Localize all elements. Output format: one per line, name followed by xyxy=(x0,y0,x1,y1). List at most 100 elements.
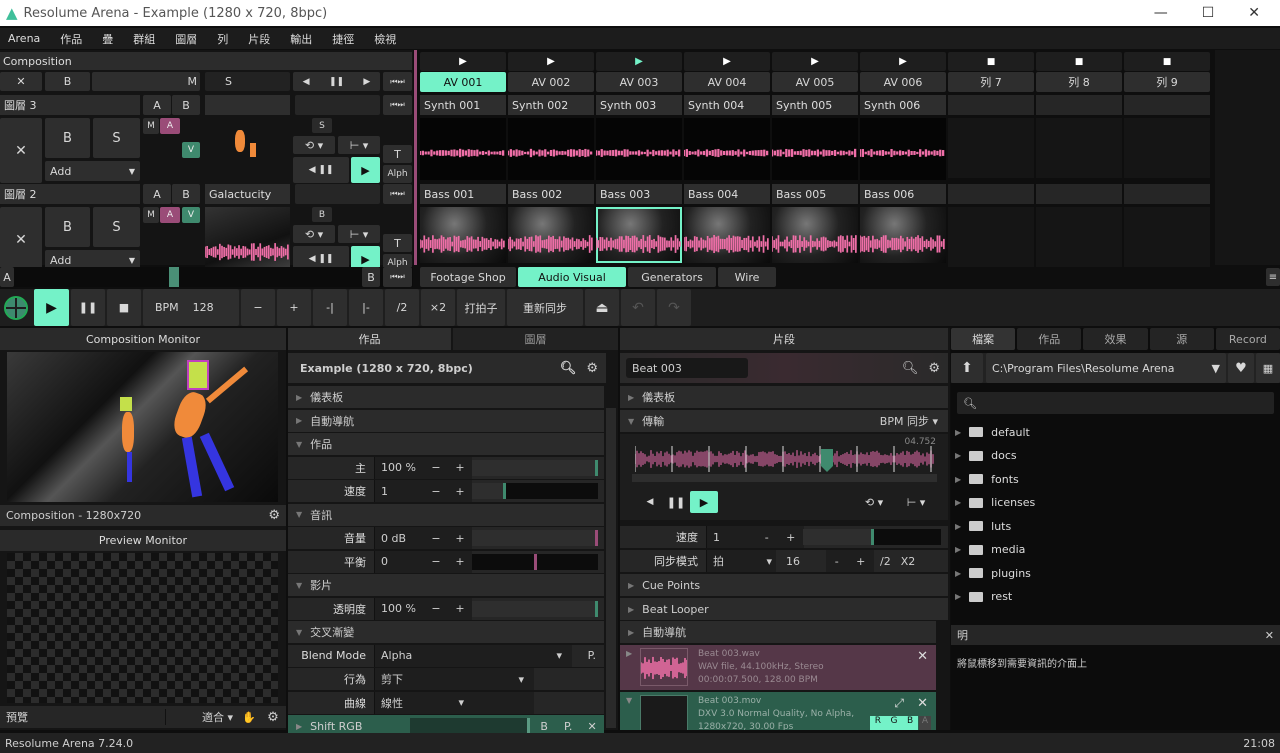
section-autopilot[interactable]: ▶ 自動導航 xyxy=(620,621,936,643)
effect-b-button[interactable]: B xyxy=(534,720,554,733)
folder-item[interactable]: ▶ media xyxy=(955,540,1025,560)
stepper[interactable]: − + xyxy=(424,480,472,502)
bpm-plus-button[interactable]: + xyxy=(277,289,311,326)
property-value[interactable]: 1 xyxy=(374,480,424,502)
clip-name[interactable]: Synth 004 xyxy=(684,95,770,115)
column-play-icon[interactable]: ▶ xyxy=(860,52,946,71)
slider-handle[interactable] xyxy=(595,600,598,617)
layer-name[interactable]: 圖層 3 xyxy=(0,95,140,115)
gear-icon[interactable]: ⚙ xyxy=(576,361,606,376)
beats-double-button[interactable]: X2 xyxy=(891,555,916,568)
folder-item[interactable]: ▶ docs xyxy=(955,446,1017,466)
column-stop-icon[interactable]: ■ xyxy=(948,52,1034,71)
expand-icon[interactable]: ▶ xyxy=(296,416,302,425)
empty-clip-slot[interactable] xyxy=(948,207,1034,267)
plus-button[interactable]: + xyxy=(455,602,464,615)
skip-buttons[interactable]: ⏮⏭ xyxy=(383,95,412,115)
gear-icon[interactable]: ⚙ xyxy=(268,508,286,523)
clip-name[interactable]: Synth 001 xyxy=(420,95,506,115)
minus-button[interactable]: − xyxy=(431,602,440,615)
bpm-field[interactable]: BPM 128 xyxy=(143,289,239,326)
skip-buttons[interactable]: ⏮⏭ xyxy=(383,184,412,204)
column-play-icon[interactable]: ▶ xyxy=(508,52,594,71)
stepper[interactable]: − + xyxy=(424,597,472,620)
clip-thumbnail[interactable] xyxy=(420,207,506,263)
next-icon[interactable]: ▶ xyxy=(363,77,370,87)
scrollbar[interactable] xyxy=(606,408,616,728)
pause-icon[interactable]: ❚❚ xyxy=(329,77,344,87)
pause-button[interactable]: ❚❚ xyxy=(71,289,105,326)
stop-button[interactable]: ■ xyxy=(107,289,141,326)
property-select[interactable]: Alpha ▾ xyxy=(374,644,572,667)
property-slider[interactable] xyxy=(472,600,598,617)
clip-name[interactable]: Bass 003 xyxy=(596,184,682,204)
close-window-button[interactable]: ✕ xyxy=(1248,5,1260,21)
property-slider[interactable] xyxy=(472,530,598,546)
alpha-button[interactable]: Alph xyxy=(383,165,412,183)
clip-thumbnail[interactable] xyxy=(772,207,858,263)
playhead[interactable] xyxy=(821,449,833,472)
clip-thumbnail[interactable] xyxy=(860,207,946,263)
property-value[interactable]: 100 % xyxy=(374,456,424,479)
composition-transport[interactable]: ◀ ❚❚ ▶ xyxy=(293,72,380,91)
column-play-icon[interactable]: ▶ xyxy=(596,52,682,71)
channel-a[interactable]: A xyxy=(919,716,931,730)
menu-item[interactable]: 圖層 xyxy=(167,31,209,47)
plus-button[interactable]: + xyxy=(455,485,464,498)
empty-clip-slot[interactable] xyxy=(1036,207,1122,267)
property-value[interactable]: 0 dB xyxy=(374,527,424,549)
channel-b[interactable]: B xyxy=(907,716,913,730)
bpm-half-button[interactable]: /2 xyxy=(385,289,419,326)
empty-clip-slot[interactable] xyxy=(1124,184,1210,204)
deck-tab[interactable]: Wire xyxy=(718,267,776,287)
expand-icon[interactable]: ▼ xyxy=(296,510,302,519)
stepper[interactable]: − + xyxy=(424,456,472,479)
view-mode-icon[interactable]: ▦ xyxy=(1256,353,1280,383)
column-name[interactable]: AV 001 xyxy=(420,72,506,92)
bpm-minus-button[interactable]: − xyxy=(241,289,275,326)
layer-sb-button[interactable]: B xyxy=(312,207,332,222)
empty-clip-slot[interactable] xyxy=(1036,118,1122,178)
browser-tab[interactable]: 作品 xyxy=(1017,328,1082,350)
clip-name[interactable]: Bass 002 xyxy=(508,184,594,204)
metronome-icon[interactable]: ⏏ xyxy=(585,289,619,326)
expand-icon[interactable]: ▶ xyxy=(955,498,961,507)
browser-search-input[interactable]: 🔍︎ xyxy=(957,392,1274,414)
expand-icon[interactable]: ▶ xyxy=(296,722,302,731)
direction-select[interactable]: ⊢ ▾ xyxy=(338,136,380,154)
column-stop-icon[interactable]: ■ xyxy=(1036,52,1122,71)
column-name[interactable]: AV 004 xyxy=(684,72,770,92)
minus-button[interactable]: − xyxy=(431,485,440,498)
nudge-back-icon[interactable]: -| xyxy=(313,289,347,326)
remove-video-icon[interactable]: ✕ xyxy=(917,696,928,711)
bypass-composition-button[interactable]: B xyxy=(45,72,90,91)
empty-clip-slot[interactable] xyxy=(1036,184,1122,204)
column-name[interactable]: 列 8 xyxy=(1036,72,1122,92)
clip-thumbnail[interactable] xyxy=(684,118,770,180)
clip-thumbnail[interactable] xyxy=(860,118,946,180)
column-stop-icon[interactable]: ■ xyxy=(1124,52,1210,71)
search-icon[interactable]: 🔍︎ xyxy=(902,361,919,376)
empty-clip-slot[interactable] xyxy=(1036,95,1122,115)
play-backward-button[interactable]: ◀ xyxy=(640,492,660,512)
layer-b-button[interactable]: B xyxy=(172,95,200,115)
play-button[interactable]: ▶ xyxy=(34,289,69,326)
clip-name[interactable]: Synth 005 xyxy=(772,95,858,115)
section-beat-looper[interactable]: ▶ Beat Looper xyxy=(620,598,948,620)
layer-sb-button[interactable]: S xyxy=(312,118,332,133)
column-name[interactable]: AV 002 xyxy=(508,72,594,92)
globe-icon[interactable] xyxy=(4,296,28,320)
plus-button[interactable]: + xyxy=(455,555,464,568)
menu-item[interactable]: 檢視 xyxy=(366,31,408,47)
browser-tab[interactable]: Record xyxy=(1215,328,1280,350)
clip-waveform[interactable] xyxy=(635,444,935,474)
clip-thumbnail[interactable] xyxy=(420,118,506,180)
loop-mode-select[interactable]: ⟲ ▾ xyxy=(293,136,335,154)
section-dashboard[interactable]: ▶ 儀表板 xyxy=(620,386,948,408)
section-cue-points[interactable]: ▶ Cue Points xyxy=(620,574,948,596)
empty-clip-slot[interactable] xyxy=(948,95,1034,115)
layer-opacity-bar[interactable] xyxy=(295,184,380,204)
tab-clip[interactable]: 片段 xyxy=(620,328,948,350)
layer-b-button[interactable]: B xyxy=(172,184,200,204)
menu-item[interactable]: 片段 xyxy=(240,31,282,47)
